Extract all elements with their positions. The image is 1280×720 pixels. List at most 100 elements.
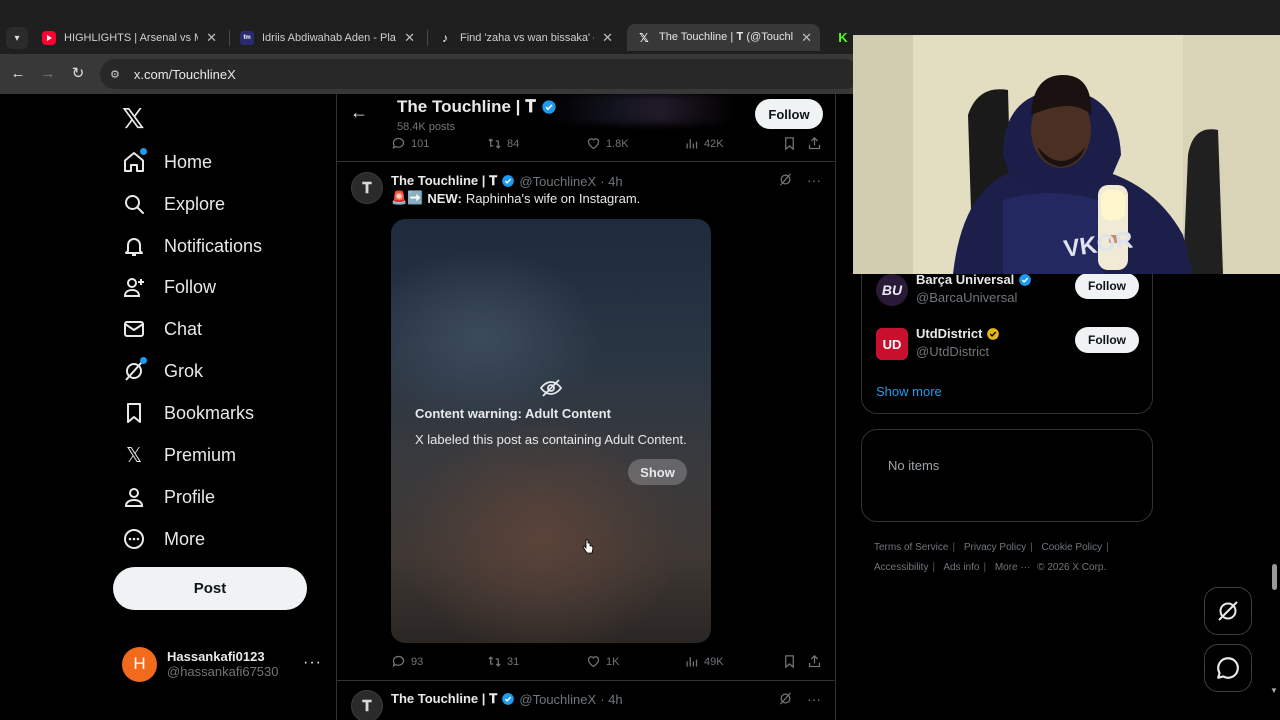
footer-link[interactable]: Ads info [943, 562, 979, 573]
header-banner-blur [547, 94, 737, 124]
webcam-person-image: VKOR [853, 35, 1280, 274]
reload-icon[interactable]: ↻ [68, 64, 88, 84]
nav-item-premium[interactable]: 𝕏 Premium [122, 439, 236, 471]
views-button[interactable]: 42K [684, 136, 724, 151]
x-logo-icon[interactable]: 𝕏 [122, 102, 145, 135]
tab-close-icon[interactable]: ✕ [801, 30, 812, 46]
tiktok-icon: ♪ [442, 30, 448, 45]
kick-icon: K [838, 30, 848, 45]
suggested-account[interactable]: BU Barça Universal @BarcaUniversal Follo… [876, 272, 1146, 312]
tab-close-icon[interactable]: ✕ [602, 30, 613, 46]
more-dots-icon[interactable]: ··· [807, 172, 821, 188]
repost-button[interactable]: 31 [487, 654, 519, 669]
nav-item-chat[interactable]: Chat [122, 313, 202, 345]
nav-label: Home [164, 151, 213, 172]
content-warning-title: Content warning: Adult Content [415, 406, 611, 421]
share-button[interactable] [807, 654, 822, 669]
site-info-icon[interactable]: ⚙ [110, 68, 120, 81]
more-dots-icon[interactable]: ··· [303, 654, 322, 672]
show-media-button[interactable]: Show [628, 459, 687, 485]
grok-icon [1218, 601, 1238, 621]
footer-link[interactable]: Cookie Policy [1042, 542, 1103, 553]
back-arrow-icon[interactable]: ← [350, 102, 368, 123]
browser-tab[interactable]: fm Idriis Abdiwahab Aden - Player ✕ [230, 25, 423, 50]
tweet-author-handle[interactable]: @TouchlineX [519, 692, 596, 707]
tweet-header: The Touchline | 𝐓 @TouchlineX · 4h [391, 691, 623, 707]
share-button[interactable] [807, 136, 822, 151]
browser-tab-active[interactable]: 𝕏 The Touchline | 𝐓 (@TouchlineX) / X ✕ [627, 24, 820, 51]
scroll-down-icon[interactable]: ▼ [1270, 686, 1278, 695]
repost-button[interactable]: 84 [487, 136, 519, 151]
footer-link[interactable]: Terms of Service [874, 542, 948, 553]
browser-tab[interactable]: HIGHLIGHTS | Arsenal vs Manchester ✕ [32, 25, 225, 50]
nav-label: Premium [164, 444, 237, 465]
tab-close-icon[interactable]: ✕ [206, 30, 217, 46]
show-more-link[interactable]: Show more [876, 384, 942, 399]
repost-icon [488, 656, 501, 667]
tweet-timestamp[interactable]: · 4h [600, 692, 622, 707]
browser-tab[interactable]: ♪ Find 'zaha vs wan bissaka' on TikTok ✕ [428, 25, 621, 50]
reply-button[interactable]: 93 [391, 654, 423, 669]
tweet-body: Raphinha's wife on Instagram. [465, 190, 641, 206]
avatar: H [122, 646, 157, 682]
nav-item-notifications[interactable]: Notifications [122, 230, 262, 262]
nav-item-profile[interactable]: Profile [122, 481, 215, 513]
nav-item-explore[interactable]: Explore [122, 188, 225, 220]
account-name-row: UtdDistrict [916, 326, 1000, 341]
tweet-media-blurred[interactable]: Content warning: Adult Content X labeled… [391, 219, 711, 643]
follow-button[interactable]: Follow [1075, 273, 1139, 299]
tweet-timestamp[interactable]: · 4h [600, 174, 622, 189]
nav-item-grok[interactable]: Grok [122, 355, 203, 387]
tweet-header: The Touchline | 𝐓 @TouchlineX · 4h [391, 173, 623, 189]
follow-button[interactable]: Follow [1075, 327, 1139, 353]
page-scrollbar[interactable]: ▼ [1268, 274, 1280, 720]
nav-label: Profile [164, 486, 216, 507]
messages-fab[interactable] [1204, 644, 1252, 692]
grok-fab[interactable] [1204, 587, 1252, 635]
nav-item-home[interactable]: Home [122, 146, 212, 178]
bookmark-button[interactable] [782, 136, 797, 151]
nav-label: Notifications [164, 235, 263, 256]
like-button[interactable]: 1.8K [586, 136, 629, 151]
account-switcher[interactable]: H Hassankafi0123 @hassankafi67530 ··· [122, 644, 332, 684]
tab-close-icon[interactable]: ✕ [404, 30, 415, 46]
verified-gold-badge-icon [987, 327, 1000, 340]
bookmark-button[interactable] [782, 654, 797, 669]
grok-icon[interactable] [778, 691, 793, 706]
like-count: 1K [606, 655, 620, 668]
person-icon [122, 485, 146, 509]
tweet-author-handle[interactable]: @TouchlineX [519, 174, 596, 189]
nav-item-more[interactable]: More [122, 523, 205, 555]
divider [337, 680, 835, 681]
nav-item-follow[interactable]: Follow [122, 271, 216, 303]
tweet-avatar[interactable]: 𝐓 [351, 172, 383, 204]
tweet-actions: 101 84 1.8K 42K [391, 136, 826, 156]
post-button[interactable]: Post [113, 567, 307, 610]
views-icon [686, 139, 698, 149]
nav-label: Bookmarks [164, 402, 255, 423]
tweet-author-name[interactable]: The Touchline | 𝐓 [391, 691, 497, 707]
tab-list-chevron-icon[interactable]: ▾ [6, 27, 28, 49]
reply-icon [392, 655, 405, 668]
back-icon[interactable]: ← [8, 64, 28, 84]
nav-label: Chat [164, 318, 203, 339]
reply-button[interactable]: 101 [391, 136, 429, 151]
more-dots-icon[interactable]: ··· [807, 691, 821, 707]
grok-icon[interactable] [778, 172, 793, 187]
url-field[interactable]: ⚙ x.com/TouchlineX [100, 59, 860, 89]
footer-link[interactable]: More ··· [995, 562, 1031, 573]
suggested-account[interactable]: UD UtdDistrict @UtdDistrict Follow [876, 326, 1146, 366]
scrollbar-thumb[interactable] [1272, 564, 1277, 590]
view-count: 42K [704, 137, 724, 150]
tweet-author-name[interactable]: The Touchline | 𝐓 [391, 173, 497, 189]
footer-link[interactable]: Privacy Policy [964, 542, 1026, 553]
tweet-avatar[interactable]: 𝐓 [351, 690, 383, 720]
hand-cursor-icon [582, 539, 594, 554]
forward-icon[interactable]: → [38, 64, 58, 84]
footer-link[interactable]: Accessibility [874, 562, 928, 573]
nav-item-bookmarks[interactable]: Bookmarks [122, 397, 254, 429]
page-title: The Touchline | 𝐓 [397, 97, 557, 117]
like-button[interactable]: 1K [586, 654, 619, 669]
views-button[interactable]: 49K [684, 654, 724, 669]
follow-button[interactable]: Follow [755, 99, 823, 129]
